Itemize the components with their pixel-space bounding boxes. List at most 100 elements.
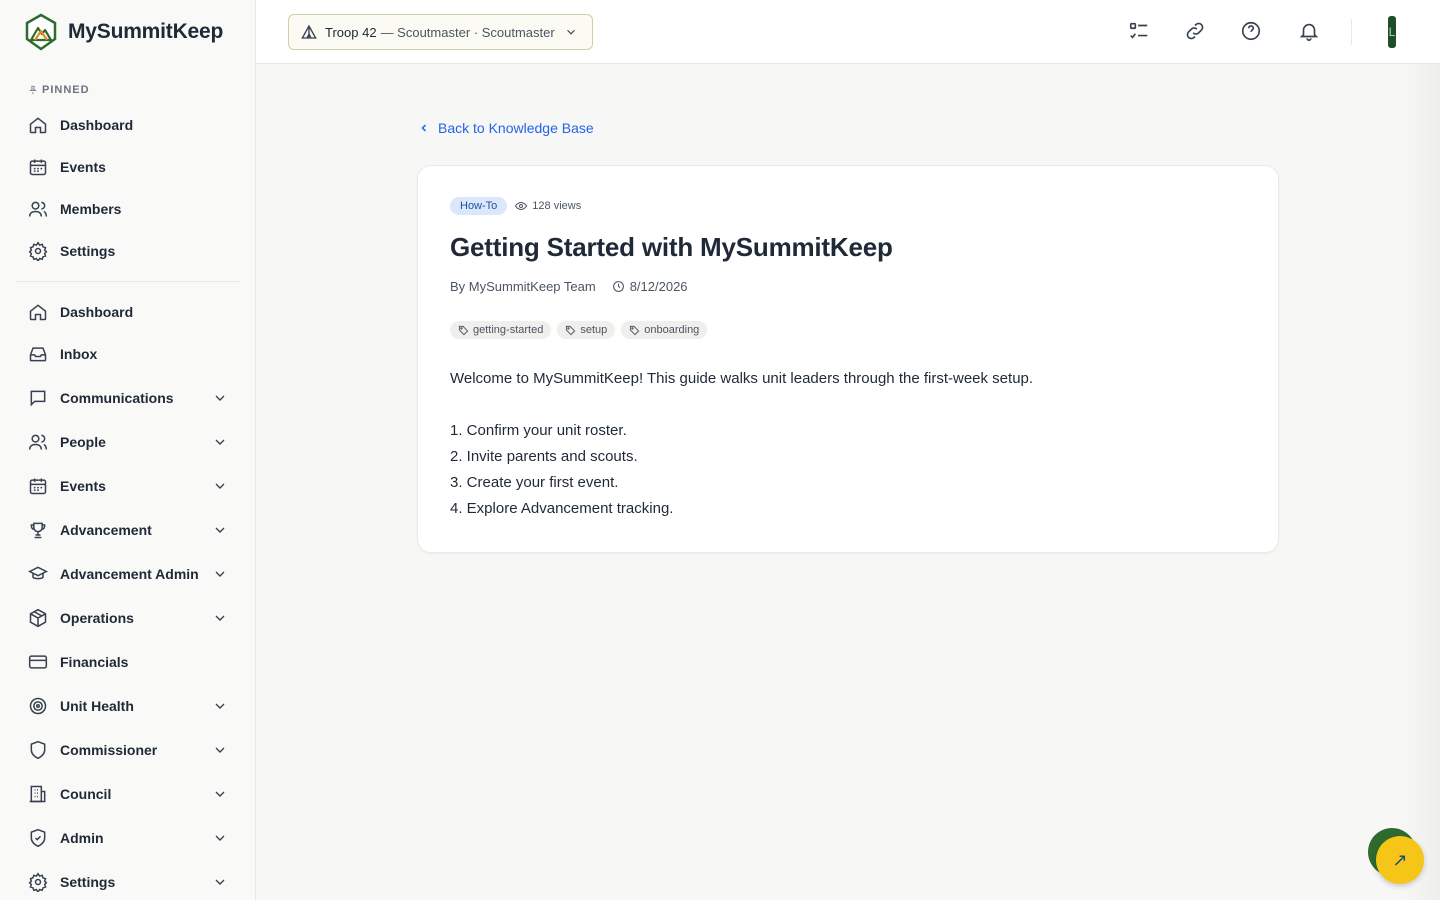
graduation-cap-icon (28, 564, 48, 584)
sidebar-item-label: Advancement Admin (60, 566, 199, 582)
sidebar-item-people[interactable]: People (16, 424, 240, 460)
chevron-down-icon[interactable] (212, 390, 228, 406)
chevron-down-icon[interactable] (212, 610, 228, 626)
building-icon (28, 784, 48, 804)
chevron-down-icon[interactable] (212, 566, 228, 582)
article-body: Welcome to MySummitKeep! This guide walk… (450, 366, 1033, 522)
chevron-down-icon[interactable] (212, 874, 228, 890)
gear-icon (28, 241, 48, 261)
chevron-down-icon[interactable] (212, 786, 228, 802)
gear-icon (28, 872, 48, 892)
sidebar-item-label: Unit Health (60, 698, 134, 714)
sidebar-item-advancement[interactable]: Advancement (16, 512, 240, 548)
chevron-down-icon[interactable] (212, 478, 228, 494)
pinned-item-label: Members (60, 201, 122, 217)
chevron-down-icon (567, 29, 575, 35)
tag-icon (458, 325, 469, 335)
package-icon (28, 608, 48, 628)
chevron-down-icon[interactable] (212, 522, 228, 538)
sidebar-item-commissioner[interactable]: Commissioner (16, 732, 240, 768)
article-title: Getting Started with MySummitKeep (450, 232, 893, 262)
chevron-down-icon[interactable] (212, 830, 228, 846)
trophy-icon (28, 520, 48, 540)
top-header: Troop 42 — Scoutmaster · Scoutmaster L (256, 0, 1440, 64)
tag-icon (630, 325, 640, 335)
pin-icon (29, 85, 37, 95)
tag-label: onboarding (644, 324, 700, 336)
pinned-item-label: Settings (60, 243, 116, 259)
calendar-icon (28, 476, 48, 496)
credit-card-icon (28, 652, 48, 672)
sidebar-item-events[interactable]: Events (16, 468, 240, 504)
article-byline: By MySummitKeep Team 8/12/2026 (450, 279, 688, 294)
sidebar-item-label: Events (60, 478, 106, 494)
sidebar-item-council[interactable]: Council (16, 776, 240, 812)
link-icon[interactable] (1184, 20, 1206, 42)
sidebar-item-label: People (60, 434, 106, 450)
tag-chip[interactable]: onboarding (621, 321, 708, 339)
unit-name: Troop 42 (325, 24, 377, 40)
pinned-label-text: PINNED (42, 84, 90, 96)
tag-label: setup (580, 324, 608, 336)
sidebar-item-label: Dashboard (60, 304, 134, 320)
bell-icon[interactable] (1298, 20, 1320, 42)
test-tube-fab-button[interactable]: ↗ (1376, 836, 1424, 884)
brand[interactable]: MySummitKeep (24, 13, 223, 51)
pinned-item-label: Events (60, 159, 106, 175)
sidebar-item-dashboard[interactable]: Dashboard (16, 294, 240, 330)
tag-chip[interactable]: getting-started (450, 321, 552, 339)
sidebar-item-label: Commissioner (60, 742, 158, 758)
article-intro: Welcome to MySummitKeep! This guide walk… (450, 370, 1034, 387)
inbox-icon (28, 344, 48, 364)
help-icon[interactable] (1240, 20, 1262, 42)
publish-date-text: 8/12/2026 (629, 279, 688, 294)
pinned-item-label: Dashboard (60, 117, 134, 133)
sidebar-item-inbox[interactable]: Inbox (16, 336, 240, 372)
sidebar-item-admin[interactable]: Admin (16, 820, 240, 856)
chevron-down-icon[interactable] (212, 742, 228, 758)
pinned-section-label: PINNED (28, 84, 90, 96)
pinned-item-settings[interactable]: Settings (16, 233, 240, 269)
home-icon (28, 302, 48, 322)
article-step: 4. Explore Advancement tracking. (450, 500, 674, 517)
pinned-item-dashboard[interactable]: Dashboard (16, 107, 240, 143)
chevron-down-icon[interactable] (212, 434, 228, 450)
pinned-item-members[interactable]: Members (16, 191, 240, 227)
sidebar-item-unit-health[interactable]: Unit Health (16, 688, 240, 724)
sidebar-item-label: Financials (60, 654, 129, 670)
users-icon (28, 199, 48, 219)
sidebar-item-label: Operations (60, 610, 134, 626)
eye-icon (515, 201, 528, 211)
sidebar-item-communications[interactable]: Communications (16, 380, 240, 416)
unit-selector[interactable]: Troop 42 — Scoutmaster · Scoutmaster (288, 14, 593, 50)
author: By MySummitKeep Team (450, 279, 596, 294)
category-badge: How-To (450, 197, 508, 215)
view-count: 128 views (515, 200, 581, 212)
message-icon (28, 388, 48, 408)
avatar-initial: L (1388, 25, 1396, 39)
mountain-logo-icon (25, 13, 57, 51)
header-divider (1351, 19, 1352, 45)
users-icon (28, 432, 48, 452)
pinned-item-events[interactable]: Events (16, 149, 240, 185)
tag-label: getting-started (473, 324, 544, 336)
article-step: 1. Confirm your unit roster. (450, 422, 627, 439)
tent-icon (301, 24, 317, 39)
checklist-icon[interactable] (1128, 20, 1150, 42)
sidebar-item-label: Council (60, 786, 112, 802)
sidebar-item-advancement-admin[interactable]: Advancement Admin (16, 556, 240, 592)
article-step: 2. Invite parents and scouts. (450, 448, 638, 465)
tag-chip[interactable]: setup (557, 321, 616, 339)
chevron-down-icon[interactable] (212, 698, 228, 714)
sidebar-item-operations[interactable]: Operations (16, 600, 240, 636)
article-step: 3. Create your first event. (450, 474, 619, 491)
sidebar-item-financials[interactable]: Financials (16, 644, 240, 680)
sidebar-item-settings[interactable]: Settings (16, 864, 240, 900)
brand-name: MySummitKeep (68, 20, 224, 43)
home-icon (28, 115, 48, 135)
back-to-knowledge-base-link[interactable]: Back to Knowledge Base (418, 120, 594, 136)
avatar[interactable]: L (1388, 16, 1396, 48)
test-tube-icon: ↗ (1392, 849, 1408, 870)
sidebar-item-label: Communications (60, 390, 174, 406)
article-card: How-To 128 views Getting Started with My… (417, 165, 1279, 553)
